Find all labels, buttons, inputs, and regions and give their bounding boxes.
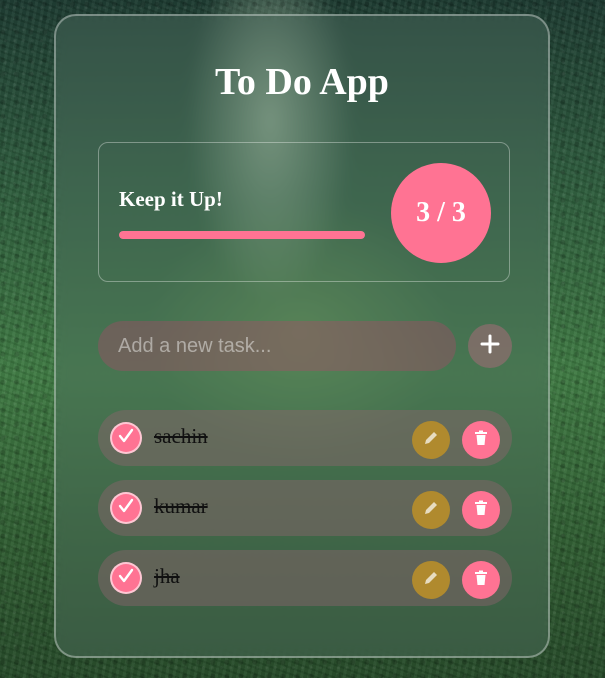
progress-bar-fill (119, 231, 365, 239)
check-icon (117, 496, 135, 520)
edit-task-button[interactable] (412, 421, 450, 459)
task-text: jha (154, 564, 180, 588)
trash-icon (472, 569, 490, 592)
task-item: jha (98, 550, 512, 606)
task-checkbox[interactable] (110, 492, 142, 524)
task-text: sachin (154, 424, 208, 448)
task-item: kumar (98, 480, 512, 536)
trash-icon (472, 429, 490, 452)
new-task-input[interactable] (98, 321, 456, 371)
pencil-icon (422, 499, 440, 522)
task-text: kumar (154, 494, 208, 518)
delete-task-button[interactable] (462, 421, 500, 459)
stats-panel: Keep it Up! 3 / 3 (98, 142, 510, 282)
todo-card: To Do App Keep it Up! 3 / 3 sachin (54, 14, 550, 658)
edit-task-button[interactable] (412, 561, 450, 599)
task-checkbox[interactable] (110, 422, 142, 454)
plus-icon (479, 324, 501, 368)
progress-bar (119, 231, 365, 239)
add-task-button[interactable] (468, 324, 512, 368)
check-icon (117, 426, 135, 450)
delete-task-button[interactable] (462, 561, 500, 599)
stats-message: Keep it Up! (119, 187, 223, 211)
task-list: sachin kumar jha (98, 410, 512, 620)
pencil-icon (422, 569, 440, 592)
delete-task-button[interactable] (462, 491, 500, 529)
task-item: sachin (98, 410, 512, 466)
pencil-icon (422, 429, 440, 452)
task-checkbox[interactable] (110, 562, 142, 594)
app-title: To Do App (215, 61, 389, 103)
trash-icon (472, 499, 490, 522)
task-counter: 3 / 3 (391, 163, 491, 263)
edit-task-button[interactable] (412, 491, 450, 529)
check-icon (117, 566, 135, 590)
